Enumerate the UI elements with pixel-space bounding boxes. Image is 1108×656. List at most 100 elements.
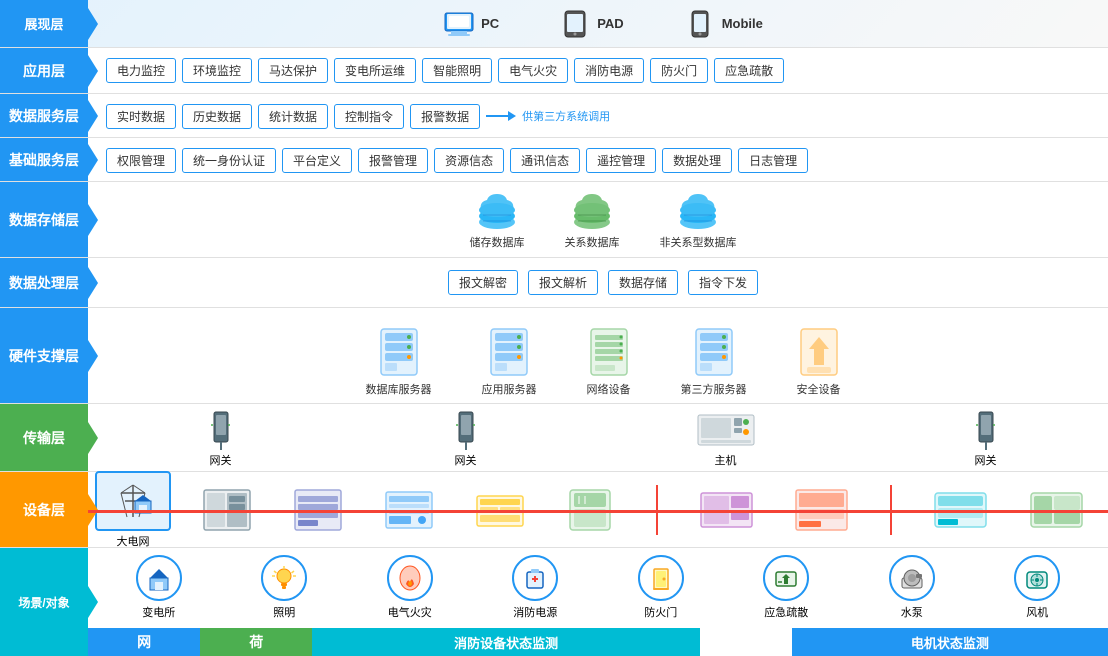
presentation-content: PC PAD <box>88 0 1108 47</box>
hardware-label: 硬件支撑层 <box>0 308 88 403</box>
app-tag-2: 马达保护 <box>258 58 328 83</box>
scene-item-7: 风机 <box>1014 555 1060 620</box>
data-service-content: 实时数据 历史数据 统计数据 控制指令 报警数据 供第三方系统调用 <box>88 94 1108 138</box>
application-layer-row: 应用层 电力监控 环境监控 马达保护 变电所运维 智能照明 电气火灾 消防电源 … <box>0 48 1108 94</box>
app-tag-0: 电力监控 <box>106 58 176 83</box>
base-service-label: 基础服务层 <box>0 138 88 181</box>
processing-content: 报文解密 报文解析 数据存储 指令下发 <box>88 258 1108 307</box>
device-layer-row: 设备层 <box>0 472 1108 548</box>
storage-db-label-2: 非关系型数据库 <box>660 234 737 250</box>
bottom-seg-1: 荷 <box>200 628 312 656</box>
proc-tag-0: 报文解密 <box>448 270 518 295</box>
app-tag-1: 环境监控 <box>182 58 252 83</box>
pc-label: PC <box>481 16 499 31</box>
scene-label-7: 风机 <box>1026 604 1048 620</box>
hardware-content: 数据库服务器 应用服务器 <box>88 308 1108 403</box>
application-label: 应用层 <box>0 48 88 93</box>
supply-text: 供第三方系统调用 <box>522 108 610 124</box>
pad-label: PAD <box>597 16 623 31</box>
bottom-seg-0: 网 <box>88 628 200 656</box>
device-label: 设备层 <box>0 472 88 547</box>
data-service-label: 数据服务层 <box>0 94 88 137</box>
scene-label-3: 消防电源 <box>513 604 557 620</box>
app-tag-4: 智能照明 <box>422 58 492 83</box>
storage-db-0: 储存数据库 <box>470 190 525 250</box>
gateway-label-0: 网关 <box>210 452 232 468</box>
transport-content: 网关 网关 <box>88 404 1108 474</box>
dev-sep-0 <box>656 485 658 535</box>
app-tag-7: 防火门 <box>650 58 708 83</box>
scene-label: 场景/对象 <box>0 548 88 656</box>
application-content: 电力监控 环境监控 马达保护 变电所运维 智能照明 电气火灾 消防电源 防火门 … <box>88 48 1108 93</box>
storage-label: 数据存储层 <box>0 182 88 257</box>
scene-item-1: 照明 <box>261 555 307 620</box>
bs-tag-1: 统一身份认证 <box>182 148 276 173</box>
gateway-label-1: 网关 <box>455 452 477 468</box>
scene-label-0: 变电所 <box>142 604 175 620</box>
proc-tag-3: 指令下发 <box>688 270 758 295</box>
bs-tag-2: 平台定义 <box>282 148 352 173</box>
scene-label-5: 应急疏散 <box>764 604 808 620</box>
device-red-line <box>88 510 1108 513</box>
gateway-0: 网关 <box>206 410 236 468</box>
ds-tag-4: 报警数据 <box>410 104 480 129</box>
app-tag-5: 电气火灾 <box>498 58 568 83</box>
ds-tag-3: 控制指令 <box>334 104 404 129</box>
scene-item-5: 应急疏散 <box>763 555 809 620</box>
host-0: 主机 <box>696 410 756 468</box>
bs-tag-7: 数据处理 <box>662 148 732 173</box>
gateway-1: 网关 <box>451 410 481 468</box>
bottom-seg-4: 电机状态监测 <box>792 628 1108 656</box>
mobile-icon <box>684 10 716 38</box>
bs-tag-0: 权限管理 <box>106 148 176 173</box>
diagram-container: 展现层 PC <box>0 0 1108 594</box>
hw-item-4: 安全设备 <box>797 327 841 397</box>
powergrid-box <box>95 471 171 531</box>
processing-label: 数据处理层 <box>0 258 88 307</box>
storage-db-2: 非关系型数据库 <box>660 190 737 250</box>
hardware-layer-row: 硬件支撑层 数据库服务器 <box>0 308 1108 404</box>
presentation-layer-row: 展现层 PC <box>0 0 1108 48</box>
hw-label-1: 应用服务器 <box>482 381 537 397</box>
storage-db-label-1: 关系数据库 <box>565 234 620 250</box>
hw-item-0: 数据库服务器 <box>366 327 432 397</box>
storage-layer-row: 数据存储层 储存数据库 <box>0 182 1108 258</box>
bs-tag-3: 报警管理 <box>358 148 428 173</box>
scene-label-4: 防火门 <box>644 604 677 620</box>
mobile-group: Mobile <box>684 10 763 38</box>
powergrid-label: 大电网 <box>117 533 150 549</box>
bs-tag-8: 日志管理 <box>738 148 808 173</box>
hw-item-1: 应用服务器 <box>482 327 537 397</box>
scene-label-2: 电气火灾 <box>388 604 432 620</box>
bottom-seg-3 <box>700 628 792 656</box>
host-label-0: 主机 <box>715 452 737 468</box>
scene-layer-row: 场景/对象 变电所 <box>0 548 1108 656</box>
proc-tag-1: 报文解析 <box>528 270 598 295</box>
storage-db-label-0: 储存数据库 <box>470 234 525 250</box>
base-service-layer-row: 基础服务层 权限管理 统一身份认证 平台定义 报警管理 资源信态 通讯信态 遥控… <box>0 138 1108 182</box>
scene-label-6: 水泵 <box>901 604 923 620</box>
scene-item-4: 防火门 <box>638 555 684 620</box>
base-service-content: 权限管理 统一身份认证 平台定义 报警管理 资源信态 通讯信态 遥控管理 数据处… <box>88 138 1108 182</box>
pad-group: PAD <box>559 10 623 38</box>
hw-item-2: 网络设备 <box>587 327 631 397</box>
storage-db-1: 关系数据库 <box>565 190 620 250</box>
bs-tag-6: 遥控管理 <box>586 148 656 173</box>
presentation-label: 展现层 <box>0 0 88 47</box>
transport-items: 网关 网关 <box>98 406 1108 472</box>
ds-tag-0: 实时数据 <box>106 104 176 129</box>
scene-icons-row: 变电所 <box>88 548 1108 626</box>
bs-tag-5: 通讯信态 <box>510 148 580 173</box>
app-tag-6: 消防电源 <box>574 58 644 83</box>
scene-content: 变电所 <box>88 548 1108 656</box>
transport-layer-row: 传输层 网关 <box>0 404 1108 472</box>
dev-sep-1 <box>890 485 892 535</box>
scene-bottom-bar: 网 荷 消防设备状态监测 电机状态监测 <box>88 628 1108 656</box>
scene-item-0: 变电所 <box>136 555 182 620</box>
hw-label-2: 网络设备 <box>587 381 631 397</box>
scene-item-2: 电气火灾 <box>387 555 433 620</box>
storage-content: 储存数据库 关系数据库 <box>88 182 1108 257</box>
hw-label-3: 第三方服务器 <box>681 381 747 397</box>
pc-group: PC <box>443 10 499 38</box>
ds-tag-2: 统计数据 <box>258 104 328 129</box>
